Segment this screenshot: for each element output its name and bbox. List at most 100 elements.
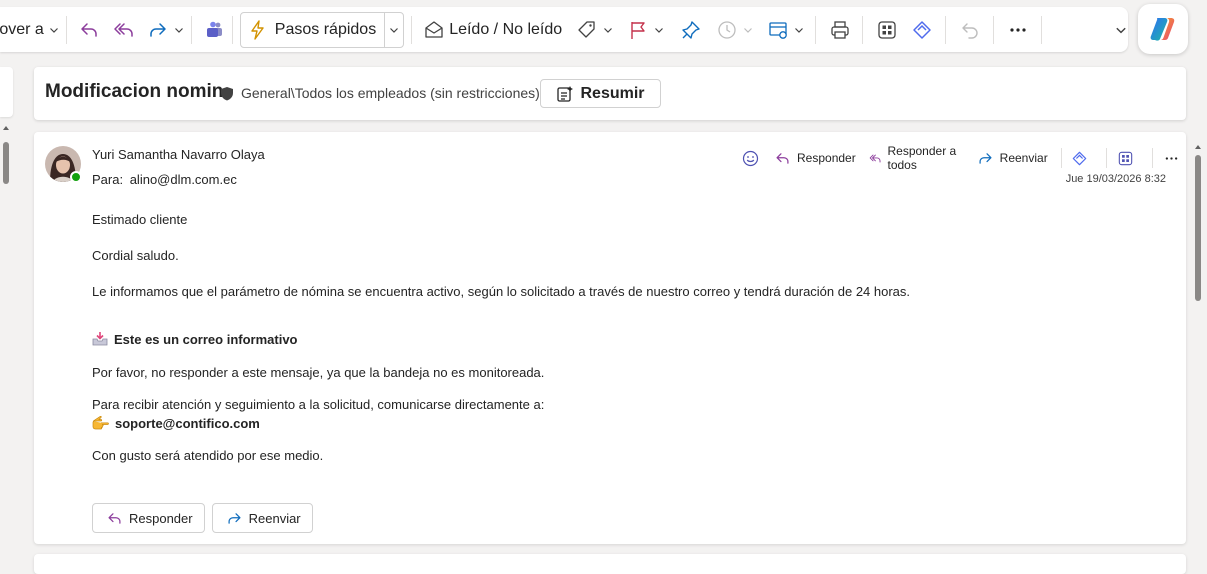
forward-icon (979, 152, 992, 164)
body-paragraph-3: Para recibir atención y seguimiento a la… (92, 397, 545, 412)
chevron-down-icon (604, 27, 613, 33)
forward-action-label: Reenviar (999, 151, 1048, 165)
reply-action[interactable]: Responder (774, 150, 856, 167)
read-unread-button[interactable]: Leído / No leído (423, 14, 562, 46)
ribbon-expand-button[interactable] (1110, 14, 1127, 46)
reply-all-icon (114, 22, 133, 37)
reply-all-icon (869, 154, 881, 162)
more-actions-button[interactable] (1163, 150, 1186, 167)
support-email-line: soporte@contifico.com (92, 415, 260, 433)
scroll-up-arrow-icon[interactable] (1194, 143, 1202, 151)
quick-steps-main[interactable]: Pasos rápidos (241, 13, 384, 47)
flag-icon (631, 21, 645, 39)
recipients-line: Para: alino@dlm.com.ec (92, 172, 237, 187)
summarize-icon (557, 85, 574, 102)
divider (993, 15, 995, 44)
teams-share-button[interactable] (203, 14, 225, 46)
reply-button[interactable] (78, 14, 100, 46)
scroll-up-arrow-icon[interactable] (2, 124, 10, 132)
sender-name[interactable]: Yuri Samantha Navarro Olaya (92, 147, 265, 162)
quick-steps-label: Pasos rápidos (274, 20, 377, 38)
rules-icon (769, 21, 788, 39)
bottom-action-buttons: Responder Reenviar (92, 503, 320, 533)
info-heading: Este es un correo informativo (114, 332, 298, 347)
clock-icon (718, 20, 736, 39)
undo-button[interactable] (959, 14, 981, 46)
sensitivity-label[interactable]: General\Todos los empleados (sin restric… (220, 85, 540, 101)
summarize-button[interactable]: Resumir (540, 79, 661, 108)
inbox-tray-icon (92, 332, 108, 346)
summarize-label: Resumir (580, 84, 645, 102)
chevron-down-icon[interactable] (174, 25, 184, 35)
next-message-card (34, 554, 1186, 574)
printer-icon (831, 20, 849, 39)
reply-icon (776, 152, 789, 164)
reply-all-action-label: Responder a todos (887, 144, 957, 172)
forward-button[interactable] (147, 14, 184, 46)
lightning-icon (251, 19, 264, 40)
move-to-button[interactable]: Mover a (0, 14, 59, 46)
categorize-button[interactable] (576, 14, 613, 46)
divider (1060, 148, 1062, 168)
pin-button[interactable] (680, 14, 702, 46)
more-options-button[interactable] (1007, 14, 1029, 46)
print-button[interactable] (829, 14, 851, 46)
chevron-down-icon (655, 27, 664, 33)
divider (411, 15, 413, 44)
flag-button[interactable] (627, 14, 664, 46)
quick-steps-dropdown[interactable] (384, 12, 403, 47)
loop-button[interactable] (911, 14, 933, 46)
subject-header: Modificacion nomin General\Todos los emp… (34, 67, 1186, 120)
pin-icon (682, 20, 700, 39)
apps-action[interactable] (1117, 150, 1140, 167)
message-card: Yuri Samantha Navarro Olaya Para: alino@… (34, 132, 1186, 544)
body-greeting: Estimado cliente (92, 212, 188, 227)
folder-pane-edge (0, 67, 13, 117)
copilot-icon (1150, 18, 1175, 41)
loop-icon (913, 20, 931, 39)
message-list-scrollbar[interactable] (3, 142, 9, 184)
reply-icon (108, 512, 121, 524)
smiley-icon (742, 150, 759, 166)
to-label: Para: (92, 172, 124, 187)
rules-button[interactable] (767, 14, 804, 46)
emoji-reaction-button[interactable] (742, 150, 765, 167)
body-paragraph-1: Le informamos que el parámetro de nómina… (92, 284, 911, 299)
info-heading-line: Este es un correo informativo (92, 331, 298, 349)
reply-action-label: Responder (797, 151, 856, 165)
shield-icon (221, 86, 233, 100)
snooze-button[interactable] (716, 14, 753, 46)
email-subject: Modificacion nomin (45, 81, 224, 102)
divider (1041, 15, 1043, 44)
forward-action[interactable]: Reenviar (977, 150, 1048, 167)
support-email[interactable]: soporte@contifico.com (115, 416, 260, 431)
chevron-down-icon (49, 27, 58, 33)
received-date: Jue 19/03/2026 8:32 (1065, 173, 1166, 185)
presence-available-icon (70, 171, 82, 183)
divider (862, 15, 864, 44)
bottom-reply-button[interactable]: Responder (92, 503, 205, 533)
recipient-address[interactable]: alino@dlm.com.ec (130, 172, 237, 187)
undo-icon (962, 22, 978, 39)
teams-icon (206, 21, 222, 37)
reply-all-action[interactable]: Responder a todos (869, 144, 964, 172)
divider (1106, 148, 1108, 168)
copilot-button[interactable] (1138, 4, 1188, 54)
divider (231, 15, 233, 44)
chevron-down-icon (795, 27, 804, 33)
pointing-hand-icon (92, 416, 109, 430)
chevron-down-icon (390, 27, 399, 33)
ribbon-toolbar: Mover a Pasos rápidos Leído / No leído (0, 7, 1128, 52)
reading-pane-scrollbar[interactable] (1195, 155, 1201, 301)
apps-grid-icon (1119, 151, 1133, 165)
move-to-label: Mover a (0, 20, 44, 38)
loop-icon (1073, 151, 1087, 165)
divider (190, 15, 192, 44)
more-horizontal-icon (1165, 156, 1178, 160)
reply-all-button[interactable] (113, 14, 135, 46)
quick-steps-button[interactable]: Pasos rápidos (239, 11, 405, 48)
bottom-forward-button[interactable]: Reenviar (211, 503, 313, 533)
apps-button[interactable] (876, 14, 898, 46)
loop-action[interactable] (1071, 150, 1094, 167)
chevron-down-icon (744, 27, 753, 33)
